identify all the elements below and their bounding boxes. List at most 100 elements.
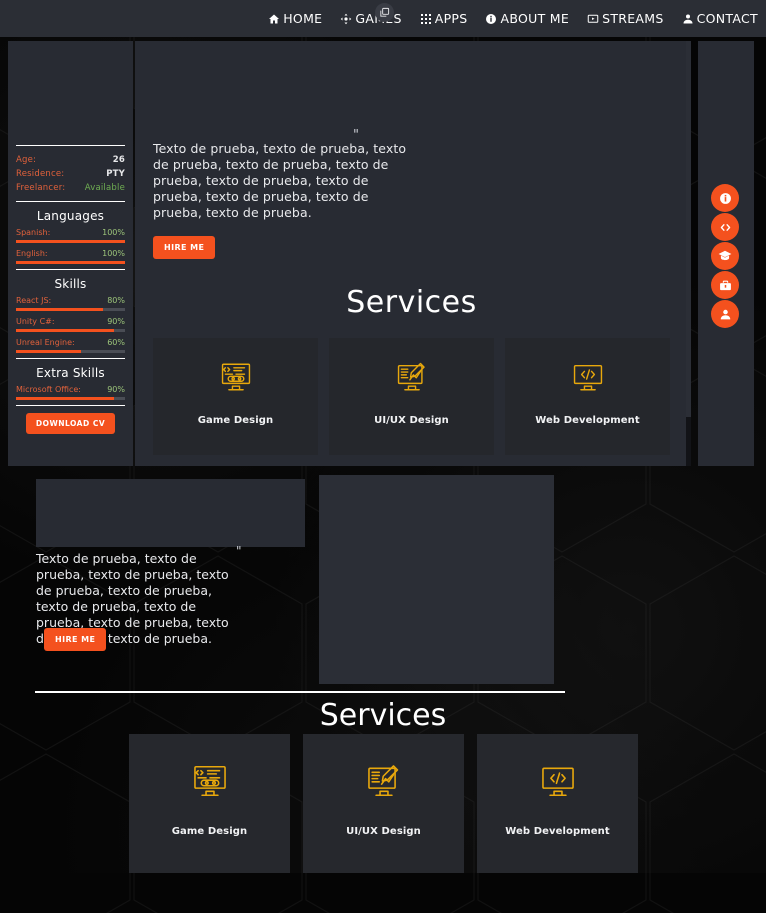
nav-label: HOME bbox=[283, 11, 322, 26]
profile-info-list: Age: 26 Residence: PTY Freelancer: Avail… bbox=[16, 153, 125, 195]
info-value: 26 bbox=[113, 153, 125, 167]
progress-bar bbox=[16, 261, 125, 264]
service-label: UI/UX Design bbox=[346, 826, 421, 837]
profile-sidebar: Age: 26 Residence: PTY Freelancer: Avail… bbox=[8, 41, 133, 466]
profile-photo-placeholder bbox=[16, 41, 125, 145]
skill-percent: 90% bbox=[107, 384, 125, 395]
scrollbar-thumb[interactable] bbox=[686, 41, 691, 417]
nav-label: ABOUT ME bbox=[500, 11, 569, 26]
lower-service-card-web-development[interactable]: Web Development bbox=[477, 734, 638, 873]
video-screen-icon bbox=[587, 13, 599, 25]
nav-item-apps[interactable]: APPS bbox=[420, 11, 468, 26]
skill-item: Unreal Engine: 60% bbox=[16, 337, 125, 353]
progress-bar bbox=[16, 308, 125, 311]
skill-name: English: bbox=[16, 248, 48, 259]
progress-bar bbox=[16, 397, 125, 400]
services-title: Services bbox=[135, 285, 688, 320]
info-circle-icon bbox=[485, 13, 497, 25]
skill-name: Spanish: bbox=[16, 227, 50, 238]
extra-skills-heading: Extra Skills bbox=[16, 366, 125, 380]
skill-item: Spanish: 100% bbox=[16, 227, 125, 243]
hero-paragraph: Texto de prueba, texto de prueba, texto … bbox=[153, 141, 415, 221]
skill-name: Unity C#: bbox=[16, 316, 55, 327]
skill-item: Unity C#: 90% bbox=[16, 316, 125, 332]
rail-button-about-me[interactable] bbox=[711, 184, 739, 212]
monitor-pencil-icon bbox=[365, 762, 403, 804]
divider bbox=[16, 358, 125, 359]
skill-percent: 60% bbox=[107, 337, 125, 348]
skill-name: React JS: bbox=[16, 295, 51, 306]
person-icon bbox=[682, 13, 694, 25]
lower-services-title: Services bbox=[0, 698, 766, 733]
skill-item: English: 100% bbox=[16, 248, 125, 264]
skill-name: Unreal Engine: bbox=[16, 337, 75, 348]
service-label: Game Design bbox=[198, 415, 273, 426]
info-row: Age: 26 bbox=[16, 153, 125, 167]
lower-section-divider bbox=[35, 691, 565, 693]
divider bbox=[16, 201, 125, 202]
info-key: Residence: bbox=[16, 167, 64, 181]
grid-dots-icon bbox=[420, 13, 432, 25]
skill-percent: 100% bbox=[102, 227, 125, 238]
skill-item: Microsoft Office: 90% bbox=[16, 384, 125, 400]
service-label: Web Development bbox=[505, 826, 610, 837]
progress-bar bbox=[16, 329, 125, 332]
section-nav-rail bbox=[711, 184, 739, 328]
divider bbox=[16, 145, 125, 146]
lower-service-card-game-design[interactable]: Game Design bbox=[129, 734, 290, 873]
nav-item-contact[interactable]: CONTACT bbox=[682, 11, 758, 26]
rail-button-skills[interactable] bbox=[711, 213, 739, 241]
copy-windows-icon[interactable] bbox=[375, 3, 394, 22]
nav-label: CONTACT bbox=[697, 11, 758, 26]
info-key: Age: bbox=[16, 153, 36, 167]
lower-side-image-placeholder bbox=[319, 475, 554, 684]
nav-label: STREAMS bbox=[602, 11, 664, 26]
skill-item: React JS: 80% bbox=[16, 295, 125, 311]
progress-bar bbox=[16, 350, 125, 353]
lower-hire-me-button[interactable]: HIRE ME bbox=[44, 628, 106, 651]
nav-item-home[interactable]: HOME bbox=[268, 11, 322, 26]
lower-services-card-list: Game Design UI/UX Design Web Development bbox=[129, 734, 638, 873]
info-value: PTY bbox=[106, 167, 125, 181]
gamepad-icon bbox=[340, 13, 352, 25]
languages-heading: Languages bbox=[16, 209, 125, 223]
nav-item-about-me[interactable]: ABOUT ME bbox=[485, 11, 569, 26]
divider bbox=[16, 405, 125, 406]
info-value: Available bbox=[85, 181, 125, 195]
hero-image-placeholder bbox=[153, 41, 670, 133]
skill-percent: 90% bbox=[107, 316, 125, 327]
quote-mark: " bbox=[153, 133, 670, 141]
nav-label: APPS bbox=[435, 11, 468, 26]
skill-percent: 100% bbox=[102, 248, 125, 259]
service-label: Web Development bbox=[535, 415, 640, 426]
service-card-uiux-design[interactable]: UI/UX Design bbox=[329, 338, 494, 455]
nav-list: HOME GAMES APPS bbox=[268, 11, 758, 26]
vertical-scrollbar[interactable] bbox=[686, 41, 691, 466]
rail-button-contact[interactable] bbox=[711, 300, 739, 328]
service-card-web-development[interactable]: Web Development bbox=[505, 338, 670, 455]
info-key: Freelancer: bbox=[16, 181, 65, 195]
download-cv-button[interactable]: DOWNLOAD CV bbox=[26, 413, 115, 434]
hire-me-button[interactable]: HIRE ME bbox=[153, 236, 215, 259]
nav-item-streams[interactable]: STREAMS bbox=[587, 11, 664, 26]
skill-percent: 80% bbox=[107, 295, 125, 306]
services-card-list: Game Design UI/UX Design bbox=[135, 338, 688, 455]
service-label: Game Design bbox=[172, 826, 247, 837]
monitor-gamepad-icon bbox=[219, 360, 253, 398]
divider bbox=[16, 269, 125, 270]
skill-name: Microsoft Office: bbox=[16, 384, 81, 395]
home-icon bbox=[268, 13, 280, 25]
rail-button-education[interactable] bbox=[711, 242, 739, 270]
info-row: Freelancer: Available bbox=[16, 181, 125, 195]
monitor-pencil-icon bbox=[395, 360, 429, 398]
monitor-code-icon bbox=[539, 762, 577, 804]
service-card-game-design[interactable]: Game Design bbox=[153, 338, 318, 455]
top-navbar: HOME GAMES APPS bbox=[0, 0, 766, 37]
info-row: Residence: PTY bbox=[16, 167, 125, 181]
main-content-panel: " Texto de prueba, texto de prueba, text… bbox=[135, 41, 688, 466]
progress-bar bbox=[16, 240, 125, 243]
lower-hero-image-placeholder bbox=[36, 479, 305, 547]
rail-button-experience[interactable] bbox=[711, 271, 739, 299]
skills-heading: Skills bbox=[16, 277, 125, 291]
lower-service-card-uiux-design[interactable]: UI/UX Design bbox=[303, 734, 464, 873]
